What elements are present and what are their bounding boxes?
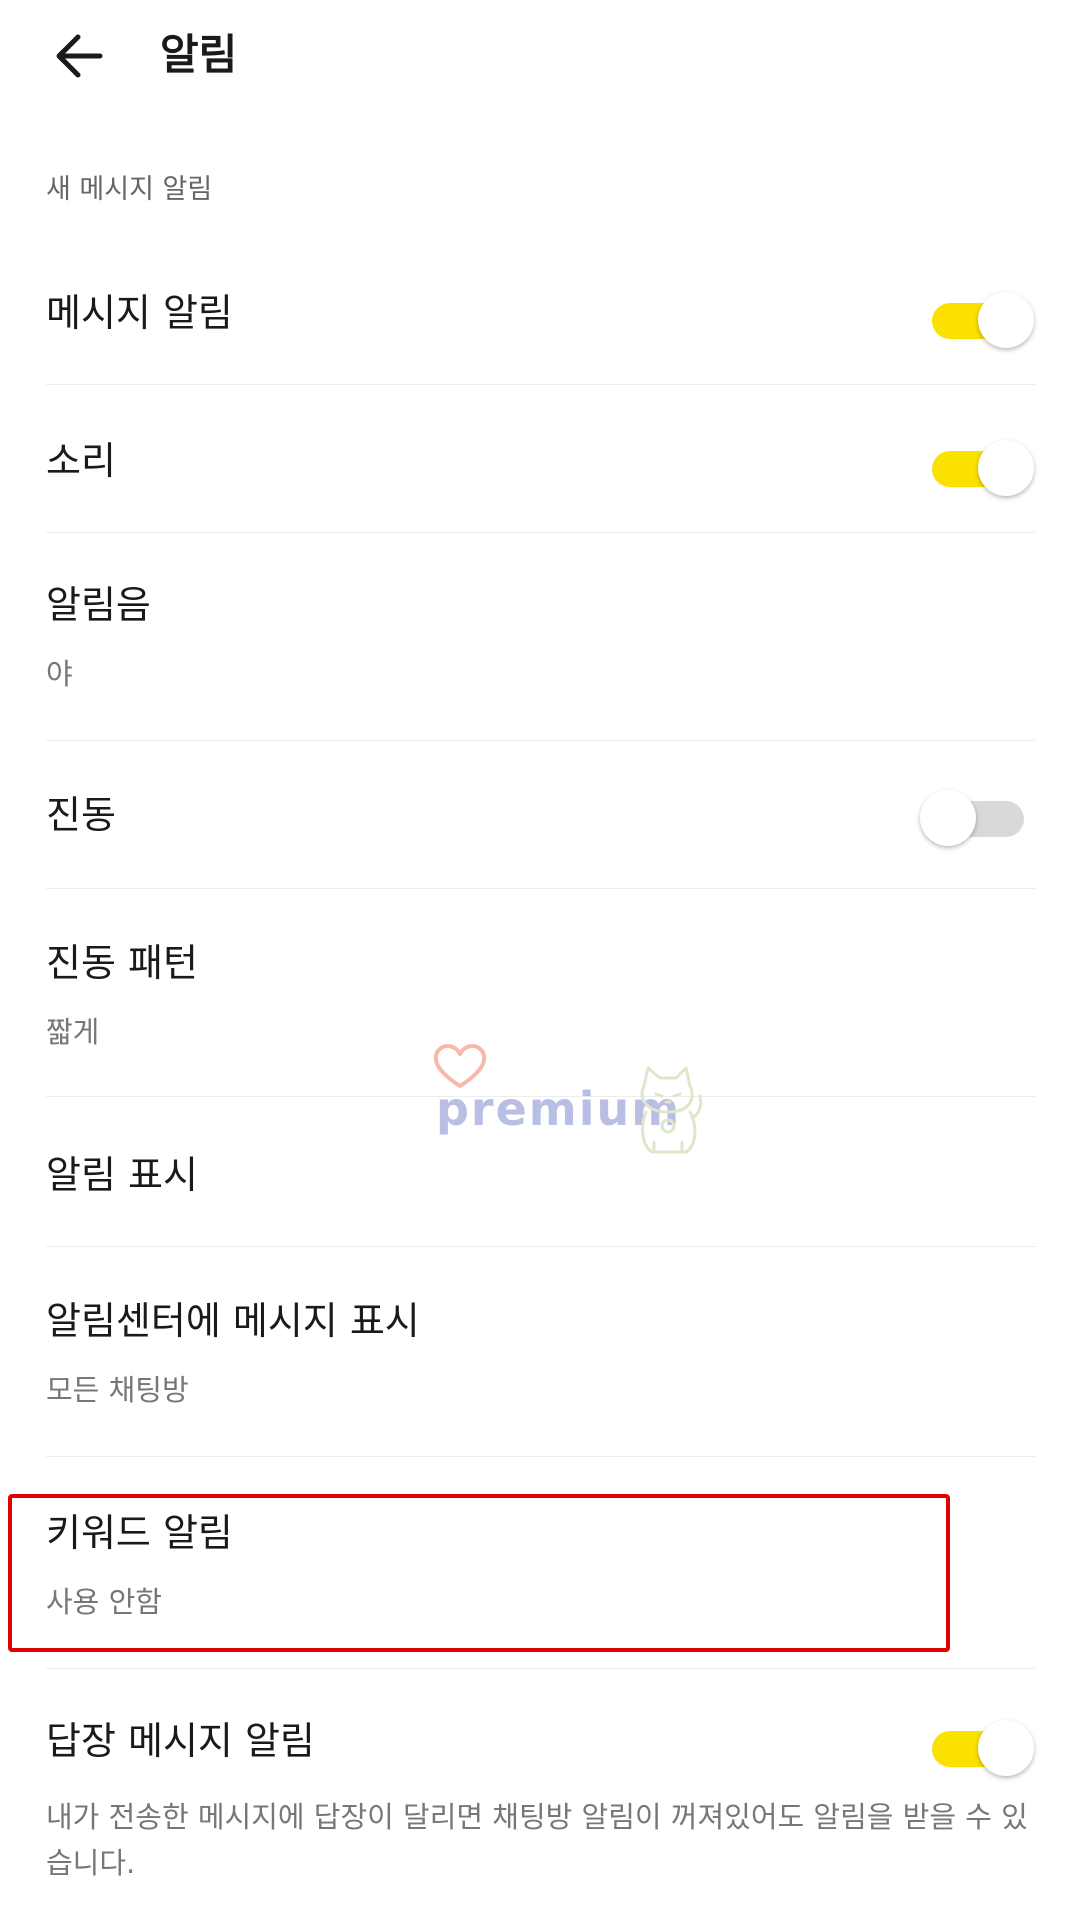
vibration-row[interactable]: 진동 xyxy=(46,766,1036,866)
page-title: 알림 xyxy=(160,30,238,79)
vibration-toggle[interactable] xyxy=(920,790,1028,848)
reply-notification-toggle[interactable] xyxy=(932,1720,1036,1778)
sound-toggle[interactable] xyxy=(932,440,1036,498)
notification-settings-page: 알림 새 메시지 알림 메시지 알림 소리 알림음 야 진동 진동 패턴 짧게 xyxy=(0,0,1080,1920)
sound-row[interactable]: 소리 xyxy=(46,420,1036,520)
vibration-label: 진동 xyxy=(46,793,116,837)
premium-watermark: premium xyxy=(430,1040,710,1154)
notification-display-label: 알림 표시 xyxy=(46,1153,198,1197)
notification-center-label: 알림센터에 메시지 표시 xyxy=(46,1299,420,1343)
divider xyxy=(46,1456,1036,1457)
section-label: 새 메시지 알림 xyxy=(46,174,213,205)
divider xyxy=(46,1668,1036,1669)
message-notification-label: 메시지 알림 xyxy=(46,291,233,335)
message-notification-toggle[interactable] xyxy=(932,292,1036,350)
vibration-pattern-value: 짧게 xyxy=(46,1015,100,1049)
reply-notification-description: 내가 전송한 메시지에 답장이 달리면 채팅방 알림이 꺼져있어도 알림을 받을… xyxy=(46,1800,1028,1880)
notification-center-row[interactable]: 알림센터에 메시지 표시 모든 채팅방 xyxy=(46,1284,1036,1434)
notification-sound-row[interactable]: 알림음 야 xyxy=(46,568,1036,718)
divider xyxy=(46,740,1036,741)
divider xyxy=(46,1246,1036,1247)
back-arrow-icon[interactable] xyxy=(48,24,112,88)
app-bar: 알림 xyxy=(0,0,1080,110)
reply-notification-label: 답장 메시지 알림 xyxy=(46,1719,315,1763)
notification-sound-value: 야 xyxy=(46,657,73,691)
reply-notification-row[interactable]: 답장 메시지 알림 내가 전송한 메시지에 답장이 달리면 채팅방 알림이 꺼져… xyxy=(46,1700,1036,1900)
sound-label: 소리 xyxy=(46,439,116,483)
divider xyxy=(46,384,1036,385)
divider xyxy=(46,888,1036,889)
divider xyxy=(46,532,1036,533)
notification-center-value: 모든 채팅방 xyxy=(46,1373,189,1407)
highlight-box xyxy=(8,1494,950,1652)
message-notification-row[interactable]: 메시지 알림 xyxy=(46,272,1036,372)
notification-sound-label: 알림음 xyxy=(46,583,151,627)
lucky-cat-icon xyxy=(640,1066,703,1154)
vibration-pattern-label: 진동 패턴 xyxy=(46,941,198,985)
